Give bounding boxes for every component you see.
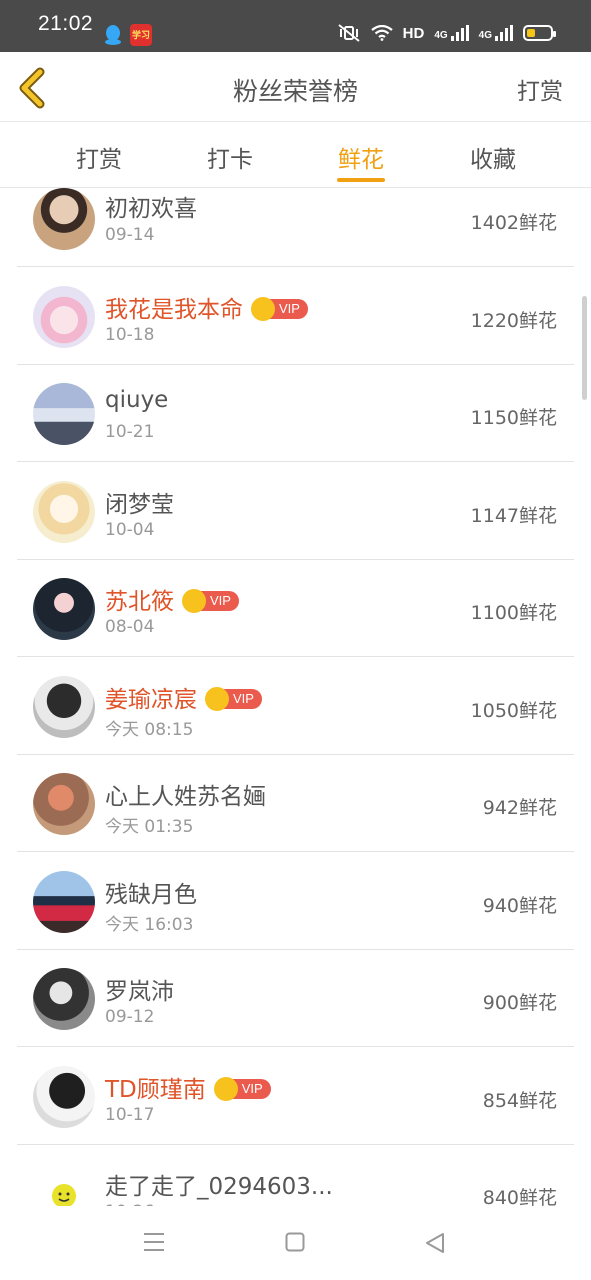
ranking-list[interactable]: 初初欢喜 09-14 1402鲜花 我花是我本命 VIP 10-18 1220鲜花… — [17, 188, 574, 1206]
user-date: 10-18 — [105, 325, 155, 345]
app-icon: 学习 — [130, 24, 152, 46]
signal-icon-2: 4G — [479, 25, 513, 41]
active-tab-indicator — [337, 178, 385, 182]
list-item[interactable]: qiuye 10-21 1150鲜花 — [17, 365, 574, 462]
flower-count: 840鲜花 — [482, 1187, 557, 1206]
signal-icon: 4G — [434, 25, 469, 41]
user-name-text[interactable]: 苏北筱 — [105, 589, 174, 615]
battery-icon — [523, 25, 556, 41]
list-item[interactable]: TD顾瑾南 VIP 10-17 854鲜花 — [17, 1048, 574, 1145]
status-time: 21:02 — [38, 12, 94, 35]
nav-bar: 粉丝荣誉榜 打赏 — [0, 52, 591, 122]
wifi-icon — [370, 25, 393, 41]
flower-count: 942鲜花 — [482, 797, 557, 819]
avatar[interactable] — [33, 968, 95, 1030]
avatar[interactable] — [33, 676, 95, 738]
avatar[interactable] — [33, 383, 95, 445]
scrollbar[interactable] — [582, 296, 587, 400]
user-name[interactable]: 初初欢喜 — [105, 189, 197, 223]
tab-flowers[interactable]: 鲜花 — [311, 140, 411, 174]
user-date: 08-04 — [105, 617, 155, 637]
avatar[interactable] — [33, 773, 95, 835]
crown-icon — [251, 296, 275, 321]
flower-count: 940鲜花 — [482, 895, 557, 917]
list-item[interactable]: 姜瑜凉宸 VIP 今天 08:15 1050鲜花 — [17, 658, 574, 755]
user-name[interactable]: 姜瑜凉宸 VIP — [105, 680, 262, 714]
list-item[interactable]: 心上人姓苏名婳 今天 01:35 942鲜花 — [17, 755, 574, 852]
hd-label: HD — [402, 24, 425, 42]
crown-icon — [182, 588, 206, 613]
list-item[interactable]: 闭梦莹 10-04 1147鲜花 — [17, 463, 574, 560]
user-name[interactable]: 闭梦莹 — [105, 485, 174, 519]
crown-icon — [205, 686, 229, 711]
vip-badge: VIP — [251, 296, 308, 321]
menu-icon[interactable] — [143, 1232, 165, 1252]
user-name[interactable]: 苏北筱 VIP — [105, 582, 239, 616]
user-name-text[interactable]: 我花是我本命 — [105, 297, 243, 323]
tab-checkin[interactable]: 打卡 — [180, 140, 280, 174]
avatar[interactable] — [33, 286, 95, 348]
home-icon[interactable] — [285, 1232, 305, 1252]
back-triangle-icon[interactable] — [425, 1232, 445, 1254]
flower-count: 1100鲜花 — [470, 602, 557, 624]
user-date: 10-04 — [105, 520, 155, 540]
list-item[interactable]: 初初欢喜 09-14 1402鲜花 — [17, 188, 574, 267]
user-date: 10-21 — [105, 422, 155, 442]
smiley-avatar-icon[interactable] — [33, 1163, 95, 1206]
status-indicators: HD 4G 4G — [337, 24, 556, 42]
avatar[interactable] — [33, 1066, 95, 1128]
vip-badge: VIP — [205, 686, 262, 711]
qq-icon — [105, 25, 121, 45]
user-name[interactable]: 残缺月色 — [105, 875, 197, 909]
vip-badge: VIP — [213, 1076, 271, 1101]
system-nav-bar — [0, 1206, 591, 1280]
avatar[interactable] — [33, 188, 95, 250]
user-date: 10-17 — [105, 1105, 155, 1125]
flower-count: 1150鲜花 — [470, 407, 557, 429]
crown-icon — [213, 1076, 238, 1101]
avatar[interactable] — [33, 871, 95, 933]
list-item[interactable]: 残缺月色 今天 16:03 940鲜花 — [17, 853, 574, 950]
user-name[interactable]: 走了走了_0294603... — [105, 1167, 333, 1201]
flower-count: 1402鲜花 — [470, 212, 557, 234]
flower-count: 900鲜花 — [482, 992, 557, 1014]
user-name[interactable]: qiuye — [105, 387, 168, 413]
flower-count: 1050鲜花 — [470, 700, 557, 722]
signal-1-label: 4G — [434, 30, 448, 41]
user-date: 今天 16:03 — [105, 915, 194, 935]
tab-favorites[interactable]: 收藏 — [443, 140, 543, 174]
user-date: 09-12 — [105, 1007, 155, 1027]
notification-icons: 学习 — [104, 24, 152, 46]
user-date: 今天 01:35 — [105, 817, 194, 837]
user-name[interactable]: 心上人姓苏名婳 — [105, 777, 266, 811]
reward-button[interactable]: 打赏 — [517, 72, 563, 106]
signal-2-label: 4G — [478, 30, 492, 41]
list-item[interactable]: 走了走了_0294603... 10-26 840鲜花 — [17, 1145, 574, 1206]
tab-reward[interactable]: 打赏 — [49, 140, 149, 174]
user-date: 今天 08:15 — [105, 720, 194, 740]
list-item[interactable]: 苏北筱 VIP 08-04 1100鲜花 — [17, 560, 574, 657]
user-date: 09-14 — [105, 225, 155, 245]
avatar[interactable] — [33, 578, 95, 640]
user-name[interactable]: 罗岚沛 — [105, 972, 174, 1006]
user-name[interactable]: TD顾瑾南 VIP — [105, 1070, 271, 1104]
avatar[interactable] — [33, 481, 95, 543]
flower-count: 1147鲜花 — [470, 505, 557, 527]
tab-bar: 打赏 打卡 鲜花 收藏 — [0, 122, 591, 188]
list-item[interactable]: 罗岚沛 09-12 900鲜花 — [17, 950, 574, 1047]
user-name[interactable]: 我花是我本命 VIP — [105, 290, 308, 324]
flower-count: 1220鲜花 — [470, 310, 557, 332]
flower-count: 854鲜花 — [482, 1090, 557, 1112]
vip-badge: VIP — [182, 588, 239, 613]
status-bar: 21:02 学习 HD 4G 4G — [0, 0, 591, 52]
mute-vibrate-icon — [338, 24, 360, 42]
list-item[interactable]: 我花是我本命 VIP 10-18 1220鲜花 — [17, 268, 574, 365]
user-name-text[interactable]: 姜瑜凉宸 — [105, 687, 197, 713]
user-name-text[interactable]: TD顾瑾南 — [105, 1077, 206, 1103]
page-title: 粉丝荣誉榜 — [232, 77, 358, 106]
